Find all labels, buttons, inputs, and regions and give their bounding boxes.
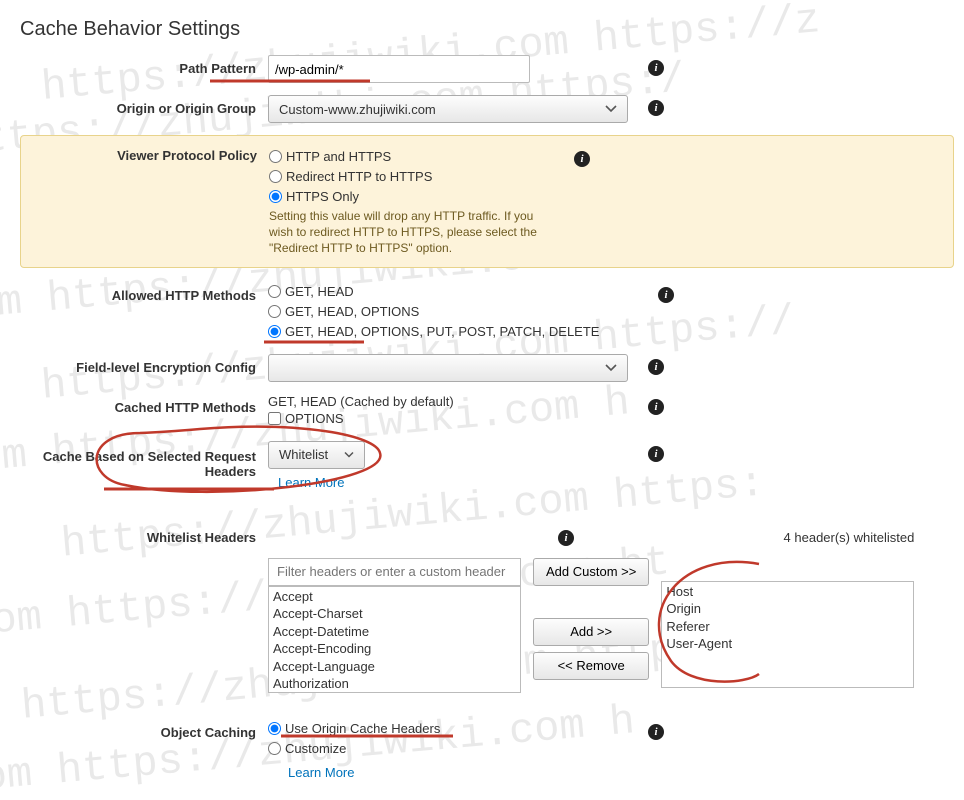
label-viewer-protocol: Viewer Protocol Policy <box>21 146 269 257</box>
whitelist-count-text: 4 header(s) whitelisted <box>661 530 914 545</box>
list-item[interactable]: Authorization <box>271 675 518 692</box>
object-caching-learn-more-link[interactable]: Learn More <box>288 765 638 780</box>
chevron-down-icon <box>344 451 354 458</box>
vpp-https-only[interactable]: HTTPS Only <box>269 186 564 206</box>
methods-get-head[interactable]: GET, HEAD <box>268 282 648 302</box>
info-icon: i <box>648 446 664 462</box>
whitelist-filter-input[interactable] <box>268 558 521 586</box>
oc-customize[interactable]: Customize <box>268 739 638 759</box>
label-fle-config: Field-level Encryption Config <box>20 354 268 375</box>
cache-headers-select[interactable]: Whitelist <box>268 441 365 469</box>
vpp-http-and-https[interactable]: HTTP and HTTPS <box>269 146 564 166</box>
oc-use-origin[interactable]: Use Origin Cache Headers <box>268 719 638 739</box>
chevron-down-icon <box>605 364 617 372</box>
list-item[interactable]: Host <box>664 583 911 601</box>
list-item[interactable]: Referer <box>664 618 911 636</box>
path-pattern-input[interactable] <box>268 55 530 83</box>
available-headers-list[interactable]: Accept Accept-Charset Accept-Datetime Ac… <box>268 586 521 693</box>
label-origin-group: Origin or Origin Group <box>20 95 268 116</box>
list-item[interactable]: Accept-Language <box>271 658 518 676</box>
label-cache-headers: Cache Based on Selected Request Headers <box>20 441 268 479</box>
cached-options-checkbox[interactable]: OPTIONS <box>268 409 638 429</box>
label-allowed-methods: Allowed HTTP Methods <box>20 282 268 303</box>
vpp-redirect[interactable]: Redirect HTTP to HTTPS <box>269 166 564 186</box>
label-whitelist-headers: Whitelist Headers <box>20 530 268 545</box>
info-icon: i <box>648 399 664 415</box>
cache-headers-value: Whitelist <box>279 447 328 462</box>
methods-get-head-options[interactable]: GET, HEAD, OPTIONS <box>268 302 648 322</box>
remove-button[interactable]: << Remove <box>533 652 649 680</box>
origin-group-value: Custom-www.zhujiwiki.com <box>279 102 436 117</box>
label-cached-methods: Cached HTTP Methods <box>20 394 268 415</box>
list-item[interactable]: Accept <box>271 588 518 606</box>
selected-headers-list[interactable]: Host Origin Referer User-Agent <box>661 581 914 688</box>
info-icon: i <box>558 530 574 546</box>
info-icon: i <box>648 724 664 740</box>
info-icon: i <box>648 60 664 76</box>
info-icon: i <box>574 151 590 167</box>
methods-all[interactable]: GET, HEAD, OPTIONS, PUT, POST, PATCH, DE… <box>268 322 648 342</box>
list-item[interactable]: Accept-Charset <box>271 605 518 623</box>
list-item[interactable]: Accept-Datetime <box>271 623 518 641</box>
info-icon: i <box>648 359 664 375</box>
list-item[interactable]: Origin <box>664 600 911 618</box>
page-title: Cache Behavior Settings <box>20 18 954 41</box>
list-item[interactable]: Accept-Encoding <box>271 640 518 658</box>
info-icon: i <box>658 287 674 303</box>
origin-group-select[interactable]: Custom-www.zhujiwiki.com <box>268 95 628 123</box>
list-item[interactable]: User-Agent <box>664 635 911 653</box>
vpp-hint: Setting this value will drop any HTTP tr… <box>269 208 559 257</box>
cached-default-text: GET, HEAD (Cached by default) <box>268 394 638 409</box>
add-custom-button[interactable]: Add Custom >> <box>533 558 649 586</box>
info-icon: i <box>648 100 664 116</box>
chevron-down-icon <box>605 105 617 113</box>
label-path-pattern: Path Pattern <box>20 55 268 76</box>
fle-config-select[interactable] <box>268 354 628 382</box>
add-button[interactable]: Add >> <box>533 618 649 646</box>
cache-headers-learn-more-link[interactable]: Learn More <box>278 475 638 490</box>
label-object-caching: Object Caching <box>20 719 268 740</box>
